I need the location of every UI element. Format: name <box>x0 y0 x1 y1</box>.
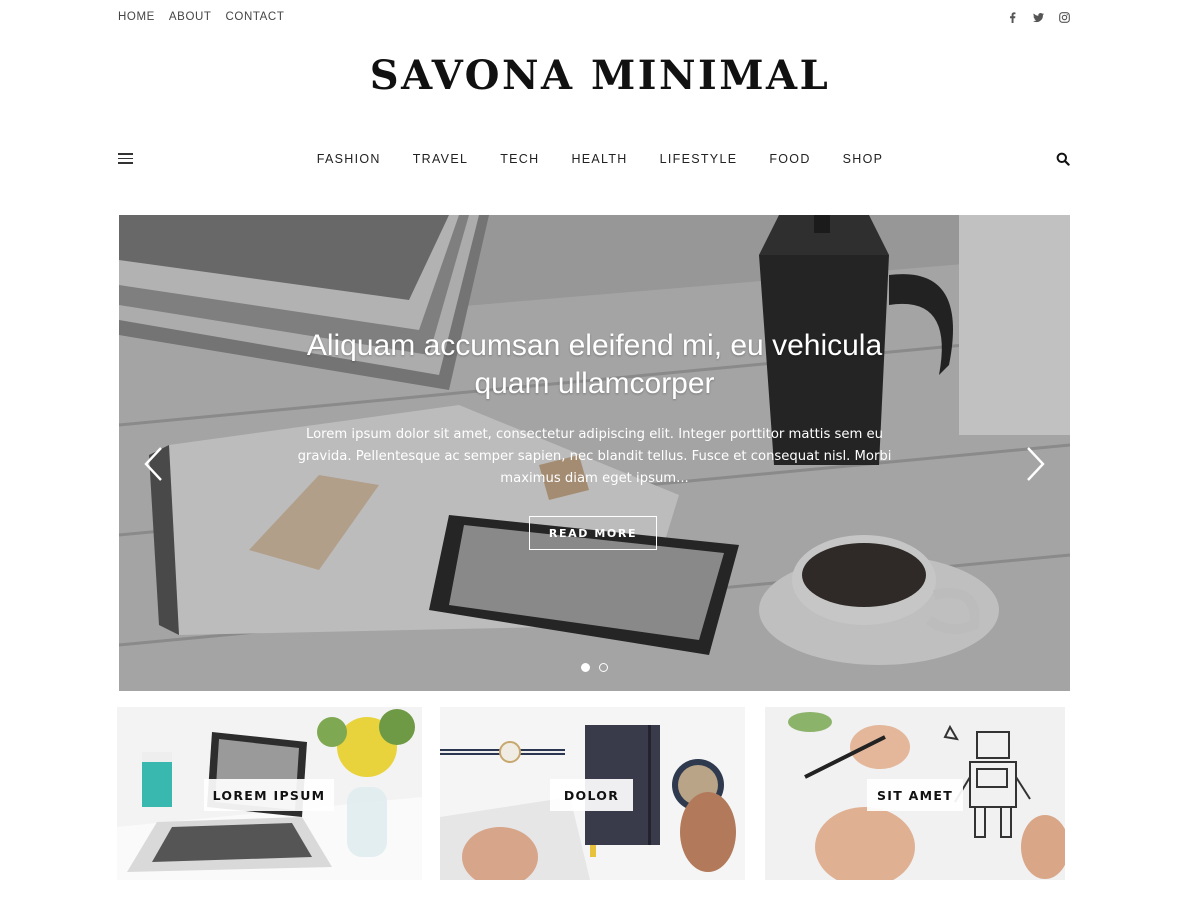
nav-fashion[interactable]: FASHION <box>317 152 381 166</box>
main-nav: FASHION TRAVEL TECH HEALTH LIFESTYLE FOO… <box>118 146 1070 174</box>
hero-title[interactable]: Aliquam accumsan eleifend mi, eu vehicul… <box>269 327 920 403</box>
twitter-icon[interactable] <box>1032 11 1044 23</box>
promo-box-lorem-ipsum[interactable]: LOREM IPSUM <box>117 707 422 880</box>
nav-shop[interactable]: SHOP <box>843 152 884 166</box>
nav-health[interactable]: HEALTH <box>571 152 627 166</box>
top-nav-home[interactable]: HOME <box>118 11 155 23</box>
promo-label[interactable]: DOLOR <box>550 779 633 811</box>
slider-dots <box>119 663 1070 672</box>
promo-label[interactable]: SIT AMET <box>867 779 963 811</box>
promo-label[interactable]: LOREM IPSUM <box>204 779 334 811</box>
nav-travel[interactable]: TRAVEL <box>413 152 469 166</box>
slider-dot-2[interactable] <box>599 663 608 672</box>
promo-box-dolor[interactable]: DOLOR <box>440 707 745 880</box>
search-icon[interactable] <box>1056 152 1070 166</box>
top-bar: HOME ABOUT CONTACT <box>0 0 1200 36</box>
site-title[interactable]: SAVONA MINIMAL <box>0 52 1200 99</box>
slider-prev-arrow-icon[interactable] <box>142 444 164 484</box>
top-nav-about[interactable]: ABOUT <box>169 11 212 23</box>
slider-next-arrow-icon[interactable] <box>1025 444 1047 484</box>
nav-food[interactable]: FOOD <box>769 152 810 166</box>
promo-box-sit-amet[interactable]: SIT AMET <box>765 707 1065 880</box>
read-more-button[interactable]: READ MORE <box>529 516 657 550</box>
category-menu: FASHION TRAVEL TECH HEALTH LIFESTYLE FOO… <box>118 152 1070 166</box>
hero-excerpt: Lorem ipsum dolor sit amet, consectetur … <box>297 427 892 486</box>
site-logo[interactable]: SAVONA MINIMAL <box>0 52 1200 99</box>
nav-lifestyle[interactable]: LIFESTYLE <box>660 152 738 166</box>
facebook-icon[interactable] <box>1006 11 1018 23</box>
instagram-icon[interactable] <box>1058 11 1070 23</box>
hero-slider[interactable]: Aliquam accumsan eleifend mi, eu vehicul… <box>119 215 1070 691</box>
top-nav-contact[interactable]: CONTACT <box>226 11 285 23</box>
top-nav: HOME ABOUT CONTACT <box>118 11 284 23</box>
slider-dot-1[interactable] <box>581 663 590 672</box>
social-links <box>1006 11 1070 23</box>
nav-tech[interactable]: TECH <box>500 152 539 166</box>
